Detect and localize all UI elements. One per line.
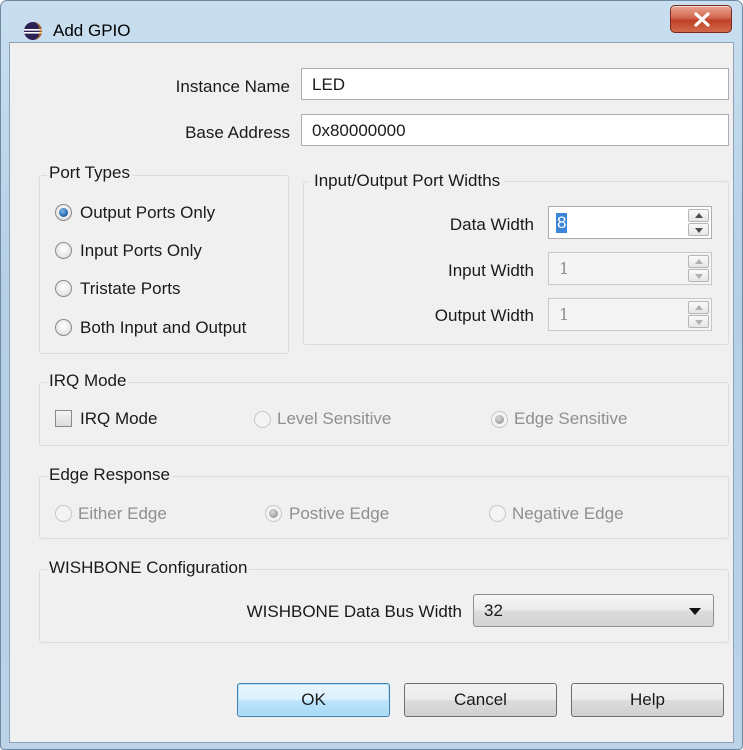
wishbone-bus-width-select[interactable]: 32 xyxy=(473,594,714,627)
edge-sensitive-label: Edge Sensitive xyxy=(514,409,628,428)
tristate-ports-radio[interactable] xyxy=(55,280,72,297)
input-width-label: Input Width xyxy=(448,261,534,280)
level-sensitive-label: Level Sensitive xyxy=(277,409,392,428)
window-title: Add GPIO xyxy=(53,21,131,40)
wishbone-bus-width-label: WISHBONE Data Bus Width xyxy=(246,602,462,621)
output-width-label: Output Width xyxy=(434,306,534,325)
irq-mode-checkbox-label[interactable]: IRQ Mode xyxy=(80,409,157,429)
data-width-decrement-button[interactable] xyxy=(688,223,709,236)
level-sensitive-radio xyxy=(254,411,271,428)
negative-edge-label: Negative Edge xyxy=(512,504,624,523)
port-types-title: Port Types xyxy=(47,163,132,183)
port-widths-title: Input/Output Port Widths xyxy=(310,171,505,191)
both-input-output-label[interactable]: Both Input and Output xyxy=(80,318,246,338)
output-width-value: 1 xyxy=(559,305,570,324)
wishbone-title: WISHBONE Configuration xyxy=(47,558,250,578)
help-button[interactable]: Help xyxy=(571,683,724,717)
irq-mode-title: IRQ Mode xyxy=(47,371,129,391)
close-button[interactable] xyxy=(670,5,732,33)
dialog-client: Instance Name LED Base Address 0x8000000… xyxy=(9,42,734,743)
instance-name-input[interactable]: LED xyxy=(301,68,729,100)
either-edge-label: Either Edge xyxy=(78,504,167,523)
base-address-input[interactable]: 0x80000000 xyxy=(301,114,729,146)
base-address-label: Base Address xyxy=(185,123,290,142)
input-width-increment-button xyxy=(688,255,709,268)
dialog-window: Add GPIO Instance Name LED Base Address … xyxy=(0,0,743,750)
chevron-down-icon xyxy=(689,608,701,615)
irq-mode-checkbox[interactable] xyxy=(55,410,72,427)
title-bar[interactable]: Add GPIO xyxy=(1,1,742,41)
input-width-decrement-button xyxy=(688,269,709,282)
close-icon xyxy=(694,12,710,27)
data-width-value[interactable]: 8 xyxy=(556,213,568,233)
wishbone-bus-width-value: 32 xyxy=(484,601,503,620)
output-ports-only-label[interactable]: Output Ports Only xyxy=(80,203,215,223)
input-width-spinner: 1 xyxy=(548,252,712,285)
input-width-value: 1 xyxy=(559,259,570,278)
edge-sensitive-radio xyxy=(491,411,508,428)
output-width-decrement-button xyxy=(688,315,709,328)
positive-edge-label: Postive Edge xyxy=(289,504,390,523)
tristate-ports-label[interactable]: Tristate Ports xyxy=(80,279,180,299)
data-width-spinner[interactable]: 8 xyxy=(548,206,712,239)
output-width-spinner: 1 xyxy=(548,298,712,331)
negative-edge-radio xyxy=(489,505,506,522)
positive-edge-radio xyxy=(265,505,282,522)
output-ports-only-radio[interactable] xyxy=(55,204,72,221)
ok-button[interactable]: OK xyxy=(237,683,390,717)
both-input-output-radio[interactable] xyxy=(55,319,72,336)
data-width-increment-button[interactable] xyxy=(688,209,709,222)
edge-response-title: Edge Response xyxy=(47,465,172,485)
input-ports-only-radio[interactable] xyxy=(55,242,72,259)
output-width-increment-button xyxy=(688,301,709,314)
input-ports-only-label[interactable]: Input Ports Only xyxy=(80,241,202,261)
instance-name-label: Instance Name xyxy=(175,77,290,96)
cancel-button[interactable]: Cancel xyxy=(404,683,557,717)
data-width-label: Data Width xyxy=(449,215,534,234)
eclipse-app-icon xyxy=(24,22,42,40)
either-edge-radio xyxy=(55,505,72,522)
